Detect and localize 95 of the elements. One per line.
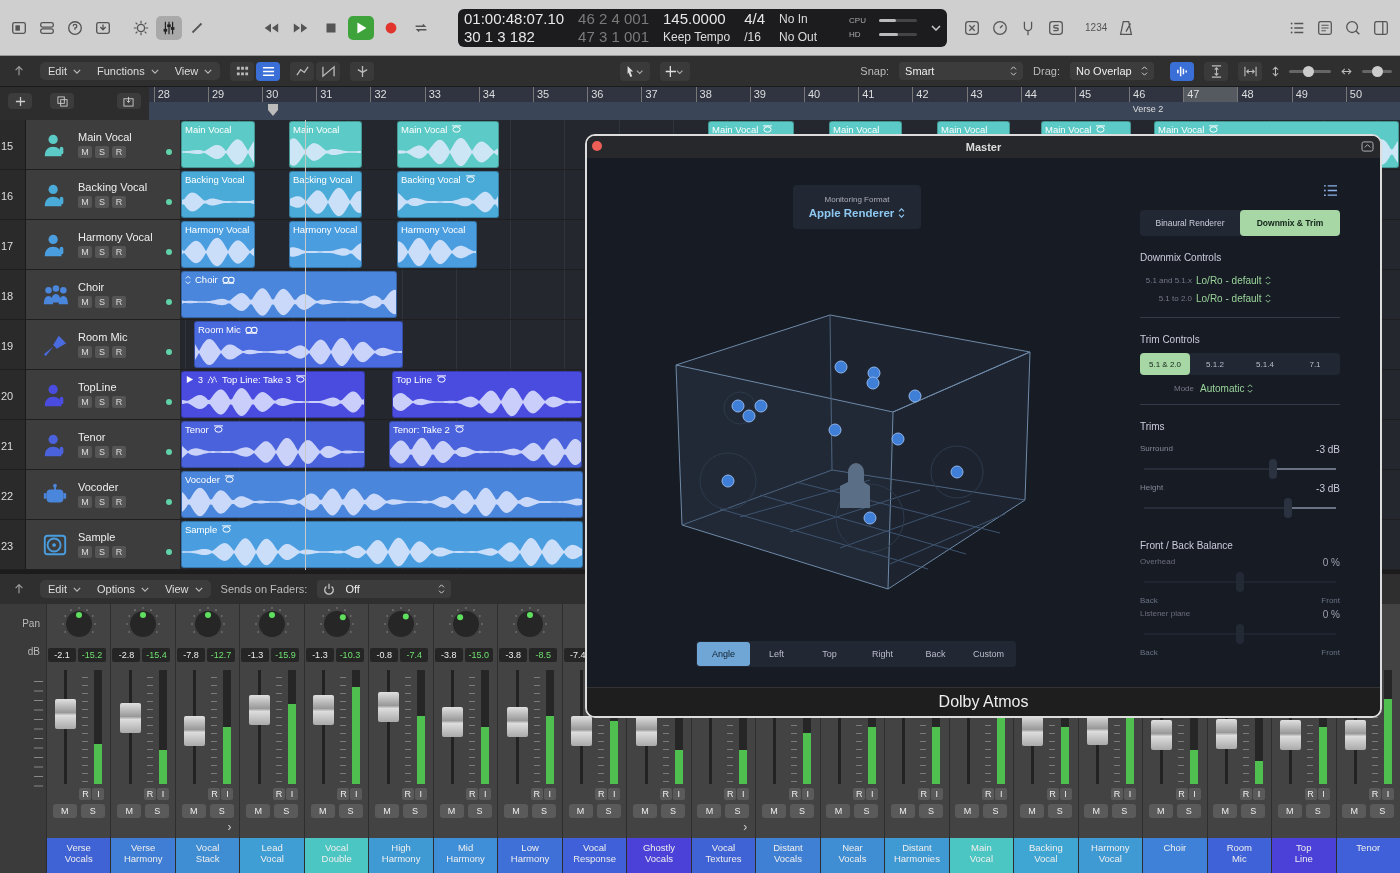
region-name: Main Vocal [1045, 124, 1092, 135]
track-name: Main Vocal [78, 131, 132, 143]
time-position: 01:00:48:07.10 [464, 9, 565, 28]
volume-value: -3.8 [434, 648, 463, 662]
slider-value: -3 dB [1316, 444, 1340, 455]
region-name: Sample [185, 524, 218, 535]
track-number: 16 [0, 170, 26, 219]
track-name: TopLine [78, 381, 118, 393]
track-name: Room Mic [78, 331, 128, 343]
slider-label: Overhead [1140, 557, 1176, 568]
snap-label: Snap: [860, 65, 890, 77]
region-name: Main Vocal [401, 124, 448, 135]
track-name: Sample [78, 531, 117, 543]
slider-label: Surround [1140, 444, 1173, 455]
plugin-name: Dolby Atmos [938, 693, 1029, 711]
region-name: Backing Vocal [401, 174, 461, 185]
peak-value: -8.5 [529, 648, 558, 662]
track-name: Backing Vocal [78, 181, 148, 193]
peak-value: -15.0 [464, 648, 493, 662]
peak-value: -15.4 [142, 648, 171, 662]
region-name: Vocoder [185, 474, 220, 485]
hd-label: HD [849, 29, 862, 40]
midi-in: No In [779, 10, 809, 28]
region-name: Choir [195, 274, 218, 285]
tempo-value: 145.0000 [663, 9, 727, 28]
region-name: Harmony Vocal [185, 224, 250, 235]
slider-min-label: Back [1140, 596, 1158, 605]
track-name: Harmony Vocal [78, 231, 153, 243]
slider-max-label: Front [1321, 596, 1340, 605]
slider-label: Height [1140, 483, 1164, 494]
slider-value: 0 % [1322, 609, 1340, 620]
bar-position: 30 1 3 182 [464, 27, 536, 46]
track-number: 19 [0, 320, 26, 369]
downmix-label: 5.1 to 2.0 [1157, 293, 1192, 303]
track-number: 20 [0, 370, 26, 419]
volume-value: -1.3 [305, 648, 334, 662]
volume-value: -7.8 [176, 648, 205, 662]
track-name: Tenor [78, 431, 107, 443]
track-number: 18 [0, 270, 26, 319]
peak-value: -7.4 [400, 648, 429, 662]
section-title: Trims [1140, 421, 1166, 432]
division: /16 [744, 28, 762, 46]
sends-label: Sends on Faders: [220, 583, 308, 595]
track-number: 17 [0, 220, 26, 269]
track-number: 22 [0, 470, 26, 519]
volume-value: -2.1 [48, 648, 76, 662]
region-name: Main Vocal [833, 124, 880, 135]
volume-value: -3.8 [499, 648, 528, 662]
time-signature: 4/4 [744, 9, 766, 28]
db-label: dB [27, 646, 40, 657]
peak-value: -12.7 [206, 648, 235, 662]
section-title: Downmix Controls [1140, 252, 1223, 263]
volume-value: -0.8 [370, 648, 399, 662]
window-title: Master [965, 141, 1002, 153]
peak-value: -15.9 [271, 648, 300, 662]
region-name: Top Line: Take 3 [222, 374, 292, 385]
peak-value: -15.2 [78, 648, 106, 662]
tempo-mode: Keep Tempo [663, 28, 731, 46]
peak-value: -10.3 [335, 648, 364, 662]
track-name: Choir [78, 281, 106, 293]
cpu-label: CPU [849, 15, 867, 26]
region-name: Main Vocal [185, 124, 232, 135]
midi-out: No Out [779, 28, 818, 46]
region-name: Main Vocal [712, 124, 759, 135]
track-number: 21 [0, 420, 26, 469]
slider-label: Listener plane [1140, 609, 1191, 620]
region-name: Top Line [396, 374, 432, 385]
track-name: Vocoder [78, 481, 120, 493]
region-name: Harmony Vocal [401, 224, 466, 235]
slider-value: 0 % [1322, 557, 1340, 568]
take-number: 3 [198, 374, 203, 385]
monitoring-format-label: Monitoring Format [824, 195, 890, 204]
right-locator: 47 3 1 001 [578, 27, 649, 46]
region-name: Backing Vocal [185, 174, 245, 185]
bar-number: 47 [1183, 87, 1238, 102]
slider-min-label: Back [1140, 648, 1158, 657]
drag-label: Drag: [1033, 65, 1060, 77]
volume-value: -1.3 [241, 648, 270, 662]
region-name: Main Vocal [1158, 124, 1205, 135]
region-name: Tenor: Take 2 [393, 424, 450, 435]
slider-value: -3 dB [1316, 483, 1340, 494]
region-name: Tenor [185, 424, 209, 435]
mode-label: Mode [1173, 384, 1194, 393]
volume-value: -2.8 [112, 648, 141, 662]
section-title: Front / Back Balance [1140, 540, 1234, 551]
marker-label: Verse 2 [1132, 104, 1164, 114]
region-name: Main Vocal [941, 124, 988, 135]
left-locator: 46 2 4 001 [578, 9, 649, 28]
slider-max-label: Front [1321, 648, 1340, 657]
section-title: Trim Controls [1140, 334, 1201, 345]
track-number: 23 [0, 520, 26, 569]
track-number: 15 [0, 120, 26, 169]
downmix-label: 5.1 and 5.1.x [1144, 275, 1192, 285]
pan-label: Pan [22, 618, 40, 629]
region-name: Room Mic [198, 324, 241, 335]
